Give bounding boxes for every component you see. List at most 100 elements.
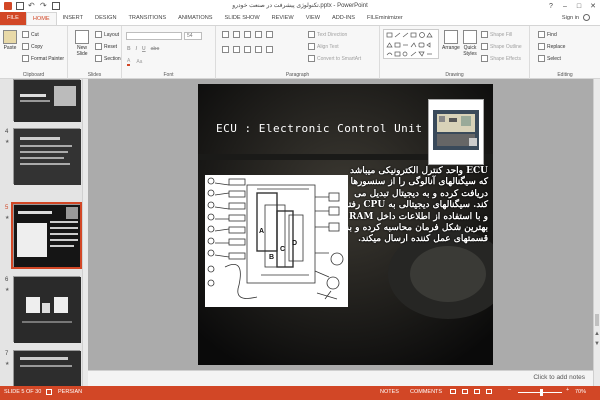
justify-icon[interactable] [255, 46, 262, 53]
columns-icon[interactable] [266, 46, 273, 53]
minimize-button[interactable]: – [558, 0, 572, 12]
maximize-button[interactable]: □ [572, 0, 586, 12]
find-button[interactable]: Find [538, 31, 557, 38]
slide-thumbnail[interactable] [13, 350, 81, 386]
shape-outline-button[interactable]: Shape Outline [481, 43, 522, 50]
tab-review[interactable]: REVIEW [266, 12, 300, 25]
slide-body-text[interactable]: ECU واحد کنترل الکترونیکی میباشد که سیگن… [342, 166, 488, 246]
slide-thumbnail-selected[interactable] [11, 202, 82, 269]
ecu-photo[interactable] [428, 99, 484, 165]
current-slide[interactable]: ECU : Electronic Control Unit ECU واحد ک… [198, 84, 493, 365]
slide-thumbnail-preview [14, 129, 81, 185]
slide-thumbnail[interactable] [13, 128, 81, 185]
tab-insert[interactable]: INSERT [57, 12, 89, 25]
status-bar: SLIDE 5 OF 30 PERSIAN NOTES COMMENTS – +… [0, 386, 600, 400]
sign-in-link[interactable]: Sign in [562, 15, 579, 21]
align-center-icon[interactable] [233, 46, 240, 53]
new-slide-button[interactable]: New Slide [71, 30, 93, 57]
ecu-schematic-image: A B C D [207, 177, 344, 300]
slide-sorter-icon[interactable] [462, 389, 468, 394]
slide-thumbnail[interactable] [13, 79, 81, 122]
reading-view-icon[interactable] [474, 389, 480, 394]
normal-view-icon[interactable] [450, 389, 456, 394]
align-right-icon[interactable] [244, 46, 251, 53]
highlight-icon[interactable]: Aa [136, 59, 142, 65]
tab-slide-show[interactable]: SLIDE SHOW [219, 12, 266, 25]
tab-design[interactable]: DESIGN [89, 12, 122, 25]
slide-number-5: 5 [5, 205, 9, 211]
quick-styles-button[interactable]: Quick Styles [462, 30, 478, 57]
layout-button[interactable]: Layout [95, 31, 119, 38]
smartart-icon [308, 55, 315, 62]
reset-button[interactable]: Reset [95, 43, 117, 50]
notes-placeholder[interactable]: Click to add notes [533, 374, 585, 381]
section-button[interactable]: Section [95, 55, 121, 62]
tab-home[interactable]: HOME [25, 12, 57, 25]
spell-check-icon[interactable] [46, 389, 52, 395]
paste-button[interactable]: Paste [3, 30, 17, 51]
align-text-button[interactable]: Align Text [308, 43, 339, 50]
shape-effects-button[interactable]: Shape Effects [481, 55, 521, 62]
underline-icon[interactable]: U [142, 46, 146, 52]
scrollbar-thumb[interactable] [595, 314, 599, 326]
slide-vertical-scrollbar[interactable]: ▲ ▼ [593, 79, 600, 386]
user-icon [583, 14, 590, 21]
editing-group: Find Replace Select Editing [530, 26, 600, 79]
bold-icon[interactable]: B [127, 46, 131, 52]
numbering-icon[interactable] [233, 31, 240, 38]
bullets-icon[interactable] [222, 31, 229, 38]
zoom-out-icon[interactable]: – [508, 387, 511, 393]
tab-view[interactable]: VIEW [300, 12, 326, 25]
align-left-icon[interactable] [222, 46, 229, 53]
shape-fill-button[interactable]: Shape Fill [481, 31, 512, 38]
convert-smartart-button[interactable]: Convert to SmartArt [308, 55, 361, 62]
notes-pane[interactable]: Click to add notes [88, 370, 593, 386]
tab-transitions[interactable]: TRANSITIONS [122, 12, 172, 25]
arrange-button[interactable]: Arrange [442, 30, 460, 51]
tab-file[interactable]: FILE [0, 12, 26, 25]
copy-button[interactable]: Copy [22, 43, 43, 50]
slide-title[interactable]: ECU : Electronic Control Unit [216, 122, 423, 135]
comments-button[interactable]: COMMENTS [410, 389, 442, 395]
slideshow-view-icon[interactable] [486, 389, 492, 394]
zoom-level[interactable]: 70% [575, 389, 586, 395]
close-button[interactable]: ✕ [586, 0, 600, 12]
previous-slide-icon[interactable]: ▲ [594, 331, 600, 337]
zoom-in-icon[interactable]: + [566, 387, 569, 393]
text-direction-button[interactable]: Text Direction [308, 31, 347, 38]
next-slide-icon[interactable]: ▼ [594, 341, 600, 347]
select-button[interactable]: Select [538, 55, 561, 62]
tab-animations[interactable]: ANIMATIONS [172, 12, 218, 25]
strikethrough-icon[interactable]: abc [151, 46, 160, 52]
quick-styles-icon [463, 30, 477, 44]
font-group: 54 B I Uabc A Aa Font [122, 26, 216, 79]
tab-fileminimizer[interactable]: FILEminimizer [361, 12, 409, 25]
increase-indent-icon[interactable] [255, 31, 262, 38]
drawing-group: Arrange Quick Styles Shape Fill Shape Ou… [380, 26, 530, 79]
animation-star-icon: ★ [5, 287, 10, 293]
language-indicator[interactable]: PERSIAN [58, 389, 82, 395]
format-painter-button[interactable]: Format Painter [22, 55, 64, 62]
zoom-slider-thumb[interactable] [540, 389, 543, 396]
ribbon: Paste Cut Copy Format Painter Clipboard … [0, 25, 600, 79]
replace-button[interactable]: Replace [538, 43, 565, 50]
decrease-indent-icon[interactable] [244, 31, 251, 38]
slide-thumbnail-pane[interactable]: 4 ★ 5 ★ 6 ★ 7 ★ [0, 79, 88, 386]
text-direction-icon [308, 31, 315, 38]
font-name-input[interactable] [126, 32, 182, 40]
line-spacing-icon[interactable] [266, 31, 273, 38]
diagram-label-a: A [259, 228, 264, 235]
font-size-input[interactable]: 54 [184, 32, 202, 40]
align-text-icon [308, 43, 315, 50]
font-color-icon[interactable]: A [127, 58, 131, 66]
font-format-row: B I Uabc [127, 46, 159, 52]
cut-button[interactable]: Cut [22, 31, 39, 38]
shapes-gallery-icon [386, 32, 433, 57]
tab-add-ins[interactable]: ADD-INS [326, 12, 361, 25]
shapes-gallery[interactable] [383, 29, 439, 59]
ecu-diagram[interactable]: A B C D [205, 175, 348, 307]
slide-thumbnail[interactable] [13, 276, 81, 343]
italic-icon[interactable]: I [136, 46, 137, 52]
notes-button[interactable]: NOTES [380, 389, 399, 395]
help-button[interactable]: ? [544, 0, 558, 12]
